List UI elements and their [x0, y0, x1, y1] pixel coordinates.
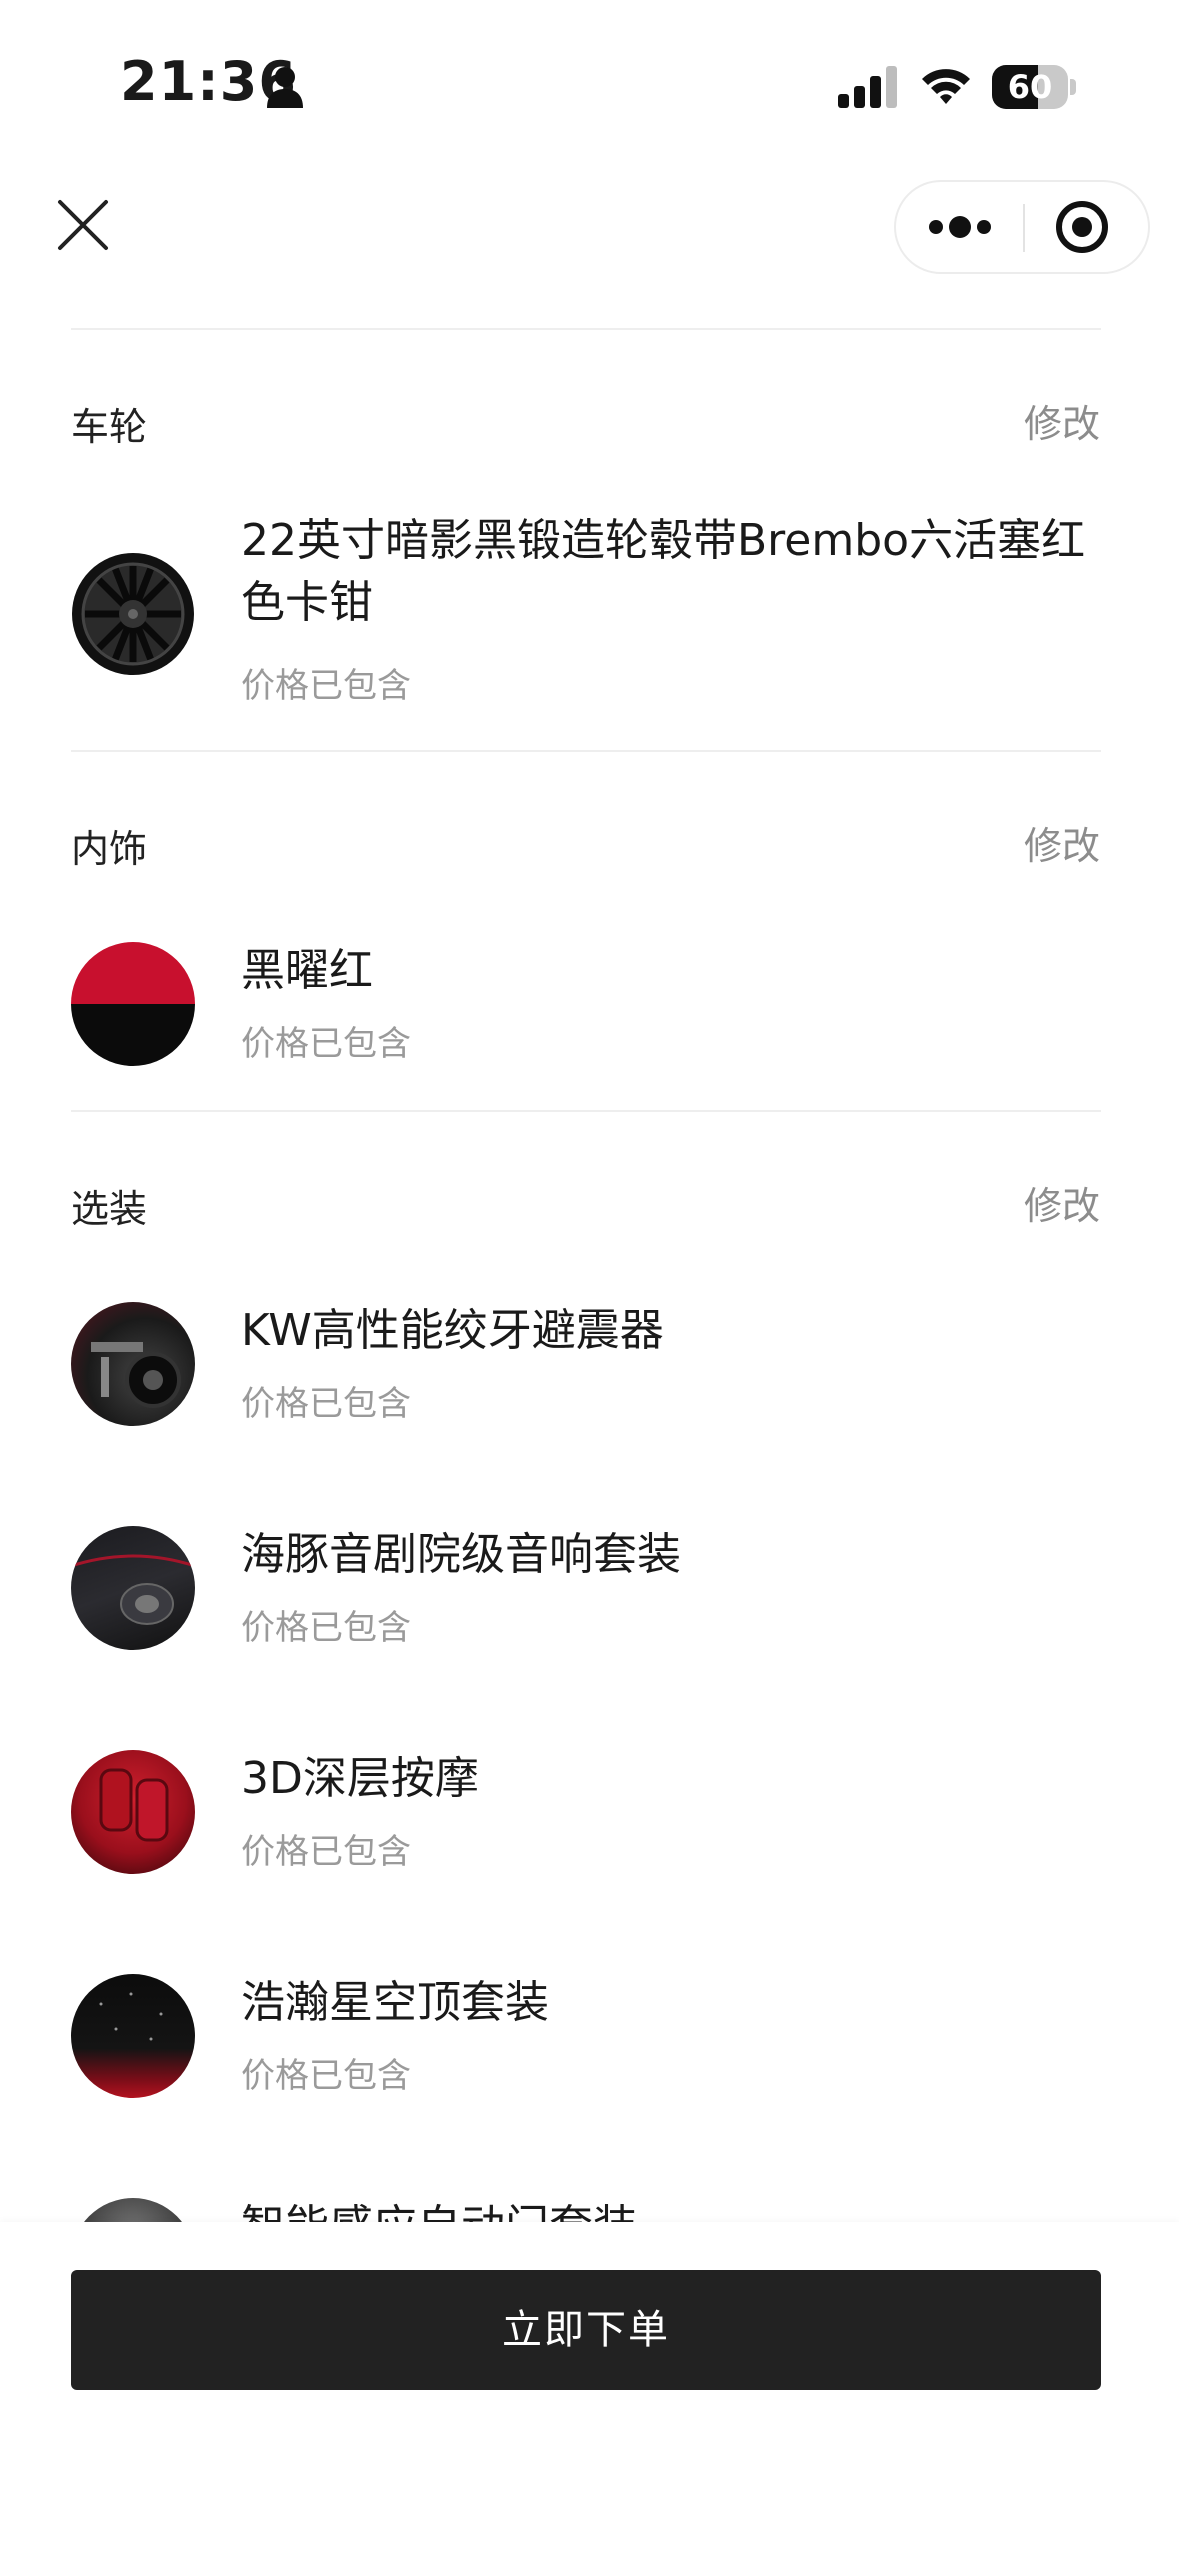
- battery-percentage: 60: [1007, 68, 1053, 106]
- close-button[interactable]: [48, 190, 118, 260]
- section-divider: [71, 1110, 1101, 1112]
- mini-program-capsule: [894, 180, 1150, 274]
- capsule-divider: [1023, 204, 1025, 252]
- wheel-thumbnail: [71, 552, 195, 676]
- edit-options-button[interactable]: 修改: [1024, 1175, 1100, 1230]
- option-item-price-note: 价格已包含: [241, 2056, 411, 2096]
- section-title-wheels: 车轮: [71, 405, 148, 449]
- starry-roof-thumbnail: [71, 1974, 195, 2098]
- interior-item: 黑曜红 价格已包含: [71, 940, 1101, 1080]
- option-item-name: 3D深层按摩: [241, 1753, 479, 1804]
- wheel-item-price-note: 价格已包含: [241, 666, 411, 706]
- option-item-name: KW高性能绞牙避震器: [241, 1305, 664, 1356]
- option-item-name: 浩瀚星空顶套装: [241, 1977, 549, 2028]
- option-item: 海豚音剧院级音响套装 价格已包含: [71, 1524, 1101, 1664]
- option-item-price-note: 价格已包含: [241, 1384, 411, 1424]
- option-item-price-note: 价格已包含: [241, 1832, 411, 1872]
- option-item-name: 海豚音剧院级音响套装: [241, 1529, 681, 1580]
- interior-item-price-note: 价格已包含: [241, 1024, 411, 1064]
- interior-color-swatch: [71, 942, 195, 1066]
- suspension-thumbnail: [71, 1302, 195, 1426]
- option-item: KW高性能绞牙避震器 价格已包含: [71, 1300, 1101, 1440]
- section-title-interior: 内饰: [71, 827, 148, 871]
- battery-indicator: 60: [992, 65, 1076, 109]
- close-icon: [58, 200, 108, 250]
- status-bar: 21:36 60: [0, 0, 1179, 170]
- option-item: 浩瀚星空顶套装 价格已包含: [71, 1972, 1101, 2112]
- wheel-item-name: 22英寸暗影黑锻造轮毂带Brembo六活塞红色卡钳: [241, 515, 1086, 628]
- target-icon: [1056, 201, 1108, 253]
- exit-mini-program-button[interactable]: [1026, 182, 1150, 272]
- bottom-action-bar: 立即下单: [0, 2222, 1179, 2556]
- wifi-icon: [922, 69, 970, 104]
- wheel-item: 22英寸暗影黑锻造轮毂带Brembo六活塞红色卡钳 价格已包含: [71, 510, 1101, 740]
- massage-seat-thumbnail: [71, 1750, 195, 1874]
- more-dots-icon: [929, 216, 991, 238]
- section-divider: [71, 750, 1101, 752]
- audio-thumbnail: [71, 1526, 195, 1650]
- option-item: 3D深层按摩 价格已包含: [71, 1748, 1101, 1888]
- person-icon: [267, 67, 303, 108]
- section-title-options: 选装: [71, 1187, 148, 1231]
- edit-wheels-button[interactable]: 修改: [1024, 393, 1100, 448]
- more-button[interactable]: [896, 182, 1024, 272]
- top-divider: [71, 328, 1101, 330]
- interior-item-name: 黑曜红: [241, 945, 373, 996]
- edit-interior-button[interactable]: 修改: [1024, 815, 1100, 870]
- cellular-signal-icon: [838, 66, 897, 108]
- order-now-button[interactable]: 立即下单: [71, 2270, 1101, 2390]
- option-item-price-note: 价格已包含: [241, 1608, 411, 1648]
